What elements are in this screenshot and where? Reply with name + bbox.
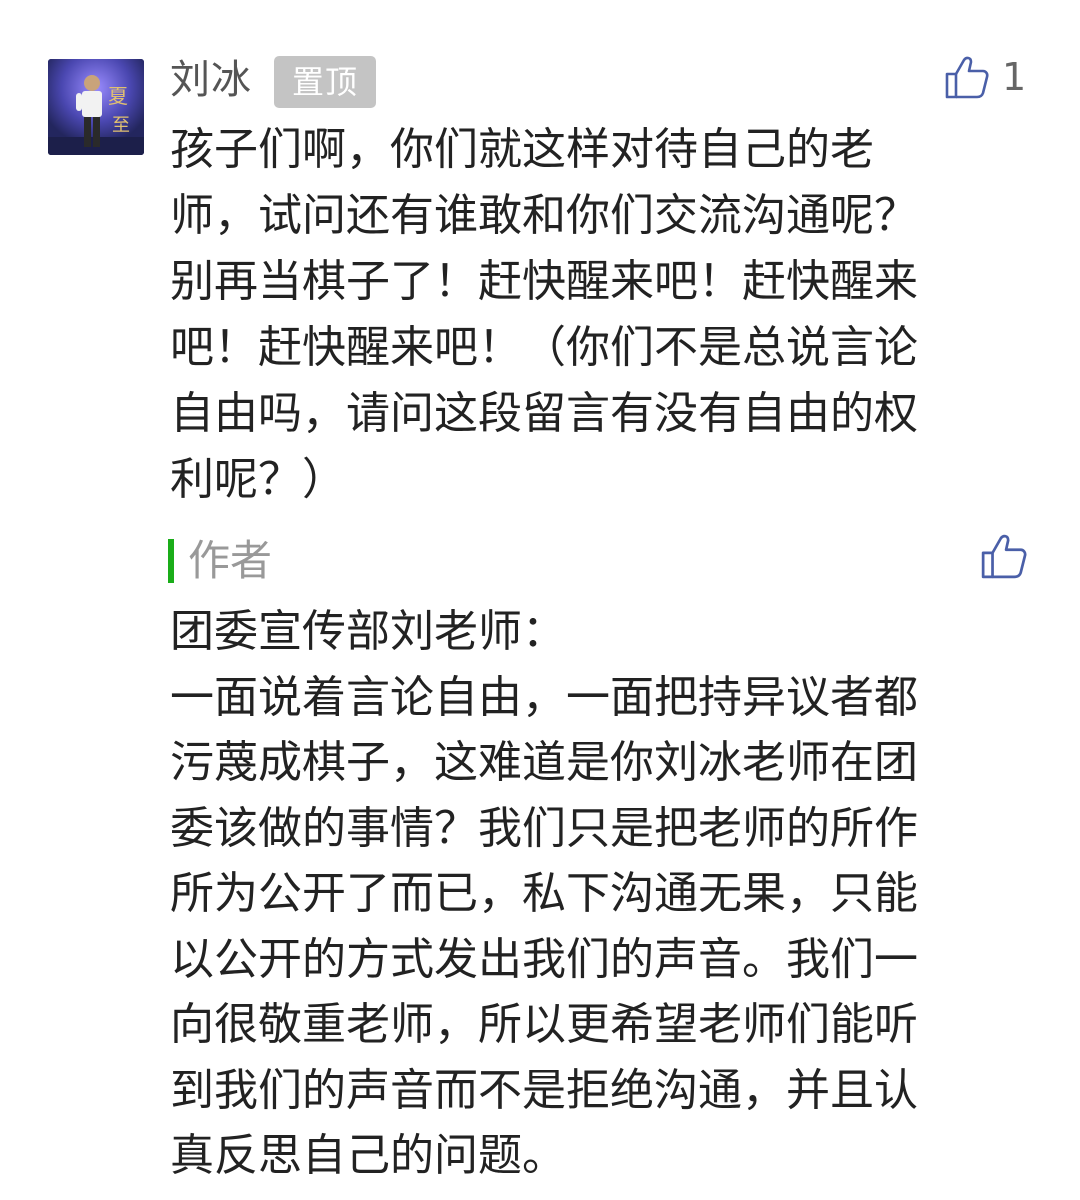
thumbs-up-icon bbox=[945, 56, 989, 99]
thumbs-up-icon bbox=[981, 534, 1027, 579]
like-count: 1 bbox=[1002, 55, 1027, 99]
author-name[interactable]: 刘冰 bbox=[170, 52, 252, 108]
svg-text:至: 至 bbox=[112, 115, 130, 136]
reply-label: 作者 bbox=[188, 536, 273, 585]
svg-text:夏: 夏 bbox=[108, 84, 128, 108]
comment-like-button[interactable]: 1 bbox=[944, 52, 1026, 102]
reply-like-button[interactable] bbox=[980, 530, 1028, 582]
avatar[interactable]: 夏 至 bbox=[48, 59, 144, 155]
reply-accent-bar bbox=[168, 539, 174, 583]
reply-text: 团委宣传部刘老师： 一面说着言论自由，一面把持异议者都 污蔑成棋子，这难道是你刘… bbox=[170, 606, 918, 1181]
comment-screen: 夏 至 刘冰 置顶 1 孩子们啊，你们就这样对待自己的老 师，试问还有谁敢和你们… bbox=[0, 0, 1080, 1200]
author-reply-header: 作者 bbox=[168, 537, 272, 585]
avatar-photo: 夏 至 bbox=[48, 59, 144, 155]
comment-text: 孩子们啊，你们就这样对待自己的老 师，试问还有谁敢和你们交流沟通呢？ 别再当棋子… bbox=[170, 124, 918, 505]
pinned-badge: 置顶 bbox=[274, 56, 377, 108]
